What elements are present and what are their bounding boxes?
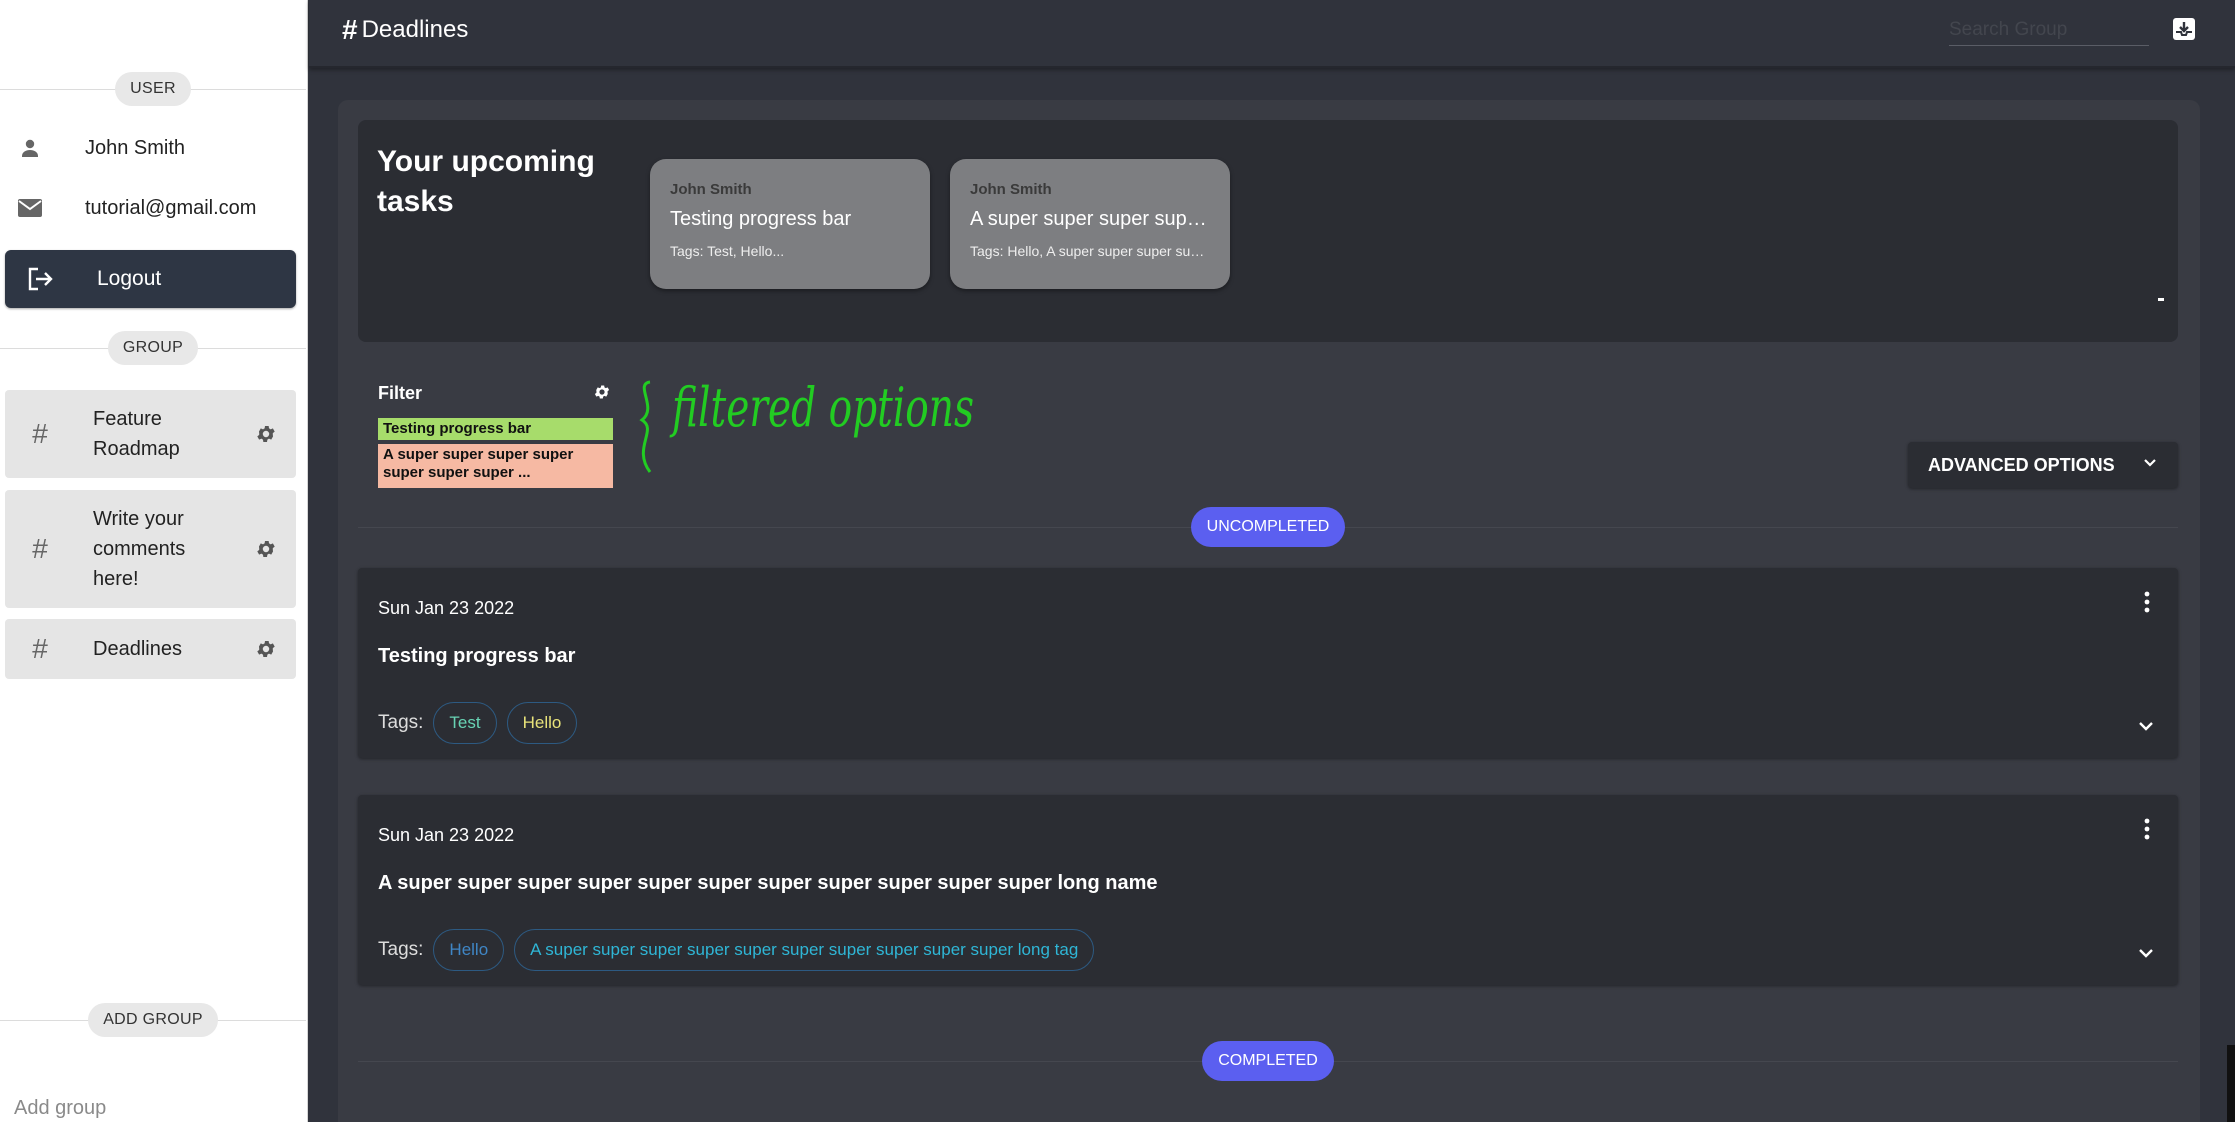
task-card[interactable]: Sun Jan 23 2022 Testing progress bar Tag… xyxy=(358,568,2178,758)
scroll-indicator xyxy=(2158,298,2164,301)
task-tags: Tags: Hello A super super super super su… xyxy=(378,929,1104,971)
tag-chip[interactable]: Hello xyxy=(506,702,578,744)
filter-chip[interactable]: Testing progress bar xyxy=(378,418,613,440)
upcoming-task-card[interactable]: John Smith A super super super super sup… xyxy=(950,159,1230,289)
user-email: tutorial@gmail.com xyxy=(85,196,257,219)
more-vert-icon[interactable] xyxy=(2142,590,2152,614)
card-author: John Smith xyxy=(670,181,752,198)
upcoming-task-card[interactable]: John Smith Testing progress bar Tags: Te… xyxy=(650,159,930,289)
handwritten-annotation: filtered options xyxy=(628,370,988,485)
upcoming-title: Your upcoming tasks xyxy=(377,145,595,218)
add-group-input[interactable] xyxy=(14,1097,294,1120)
hash-icon: # xyxy=(32,418,48,449)
app-root: USER John Smith tutorial@gmail.com Logou… xyxy=(0,0,2235,1122)
logout-icon xyxy=(5,266,75,292)
uncompleted-divider: UNCOMPLETED xyxy=(358,507,2178,547)
logout-label: Logout xyxy=(97,267,162,290)
tag-chip[interactable]: Hello xyxy=(433,929,505,971)
task-card[interactable]: Sun Jan 23 2022 A super super super supe… xyxy=(358,795,2178,985)
card-author: John Smith xyxy=(970,181,1052,198)
group-name: Feature Roadmap xyxy=(93,408,180,460)
tag-chip[interactable]: A super super super super super super su… xyxy=(514,929,1095,971)
task-tags: Tags: Test Hello xyxy=(378,702,587,744)
page-title-text: Deadlines xyxy=(361,16,469,43)
more-vert-icon[interactable] xyxy=(2142,817,2152,841)
group-divider-label: GROUP xyxy=(107,331,199,365)
brace-icon: filtered options xyxy=(639,376,974,473)
task-name: Testing progress bar xyxy=(378,645,576,667)
user-divider-label: USER xyxy=(115,72,191,106)
scrollbar[interactable] xyxy=(2227,1045,2235,1122)
logout-button[interactable]: Logout xyxy=(5,250,296,308)
tags-label: Tags: xyxy=(378,712,424,733)
card-name: A super super super super super super su… xyxy=(970,208,1210,230)
card-tags: Tags: Hello, A super super super super s… xyxy=(970,243,1210,259)
sidebar-item-deadlines[interactable]: # Deadlines xyxy=(5,619,296,679)
annotation-text: filtered options xyxy=(669,376,974,439)
sidebar-item-write-your-comments[interactable]: # Write your comments here! xyxy=(5,490,296,608)
group-name: Write your comments here! xyxy=(93,508,186,590)
card-tags: Tags: Test, Hello... xyxy=(670,243,785,259)
hash-icon: # xyxy=(32,633,48,664)
page-title: # Deadlines xyxy=(342,14,468,46)
upcoming-tasks-panel: Your upcoming tasks John Smith Testing p… xyxy=(358,120,2178,342)
gear-icon[interactable] xyxy=(236,638,296,660)
hash-icon: # xyxy=(342,14,358,45)
gear-icon[interactable] xyxy=(236,423,296,445)
search-input[interactable] xyxy=(1949,14,2149,46)
add-group-label[interactable]: ADD GROUP xyxy=(88,1003,218,1037)
gear-icon[interactable] xyxy=(236,538,296,560)
tags-label: Tags: xyxy=(378,939,424,960)
sidebar: USER John Smith tutorial@gmail.com Logou… xyxy=(0,0,308,1122)
card-name: Testing progress bar xyxy=(670,208,852,230)
user-name: John Smith xyxy=(85,136,186,159)
person-icon xyxy=(1,136,59,160)
hash-icon: # xyxy=(32,533,48,564)
completed-badge[interactable]: COMPLETED xyxy=(1202,1041,1334,1081)
advanced-options-label: ADVANCED OPTIONS xyxy=(1928,454,2115,475)
mail-icon xyxy=(1,197,59,219)
tag-chip[interactable]: Test xyxy=(433,702,497,744)
chevron-down-icon[interactable] xyxy=(2136,716,2156,736)
task-date: Sun Jan 23 2022 xyxy=(378,825,515,845)
task-date: Sun Jan 23 2022 xyxy=(378,598,515,618)
group-name: Deadlines xyxy=(93,638,182,660)
topbar: # Deadlines xyxy=(309,0,2235,68)
task-name: A super super super super super super su… xyxy=(378,872,1158,894)
main-content: Your upcoming tasks John Smith Testing p… xyxy=(338,100,2200,1122)
group-divider: GROUP xyxy=(0,331,306,365)
completed-divider: COMPLETED xyxy=(358,1041,2178,1081)
chevron-down-icon xyxy=(2142,455,2158,476)
filter-chip[interactable]: A super super super super super super su… xyxy=(378,444,613,488)
user-divider: USER xyxy=(0,72,306,106)
uncompleted-badge[interactable]: UNCOMPLETED xyxy=(1190,507,1346,547)
chevron-down-icon[interactable] xyxy=(2136,943,2156,963)
filter-title: Filter xyxy=(378,383,423,403)
inbox-icon[interactable] xyxy=(2171,16,2199,44)
gear-icon[interactable] xyxy=(593,383,611,401)
sidebar-item-feature-roadmap[interactable]: # Feature Roadmap xyxy=(5,390,296,478)
add-group-divider[interactable]: ADD GROUP xyxy=(0,1003,306,1037)
user-name-row: John Smith xyxy=(0,120,306,176)
advanced-options-button[interactable]: ADVANCED OPTIONS xyxy=(1908,442,2178,488)
user-email-row: tutorial@gmail.com xyxy=(0,180,306,236)
